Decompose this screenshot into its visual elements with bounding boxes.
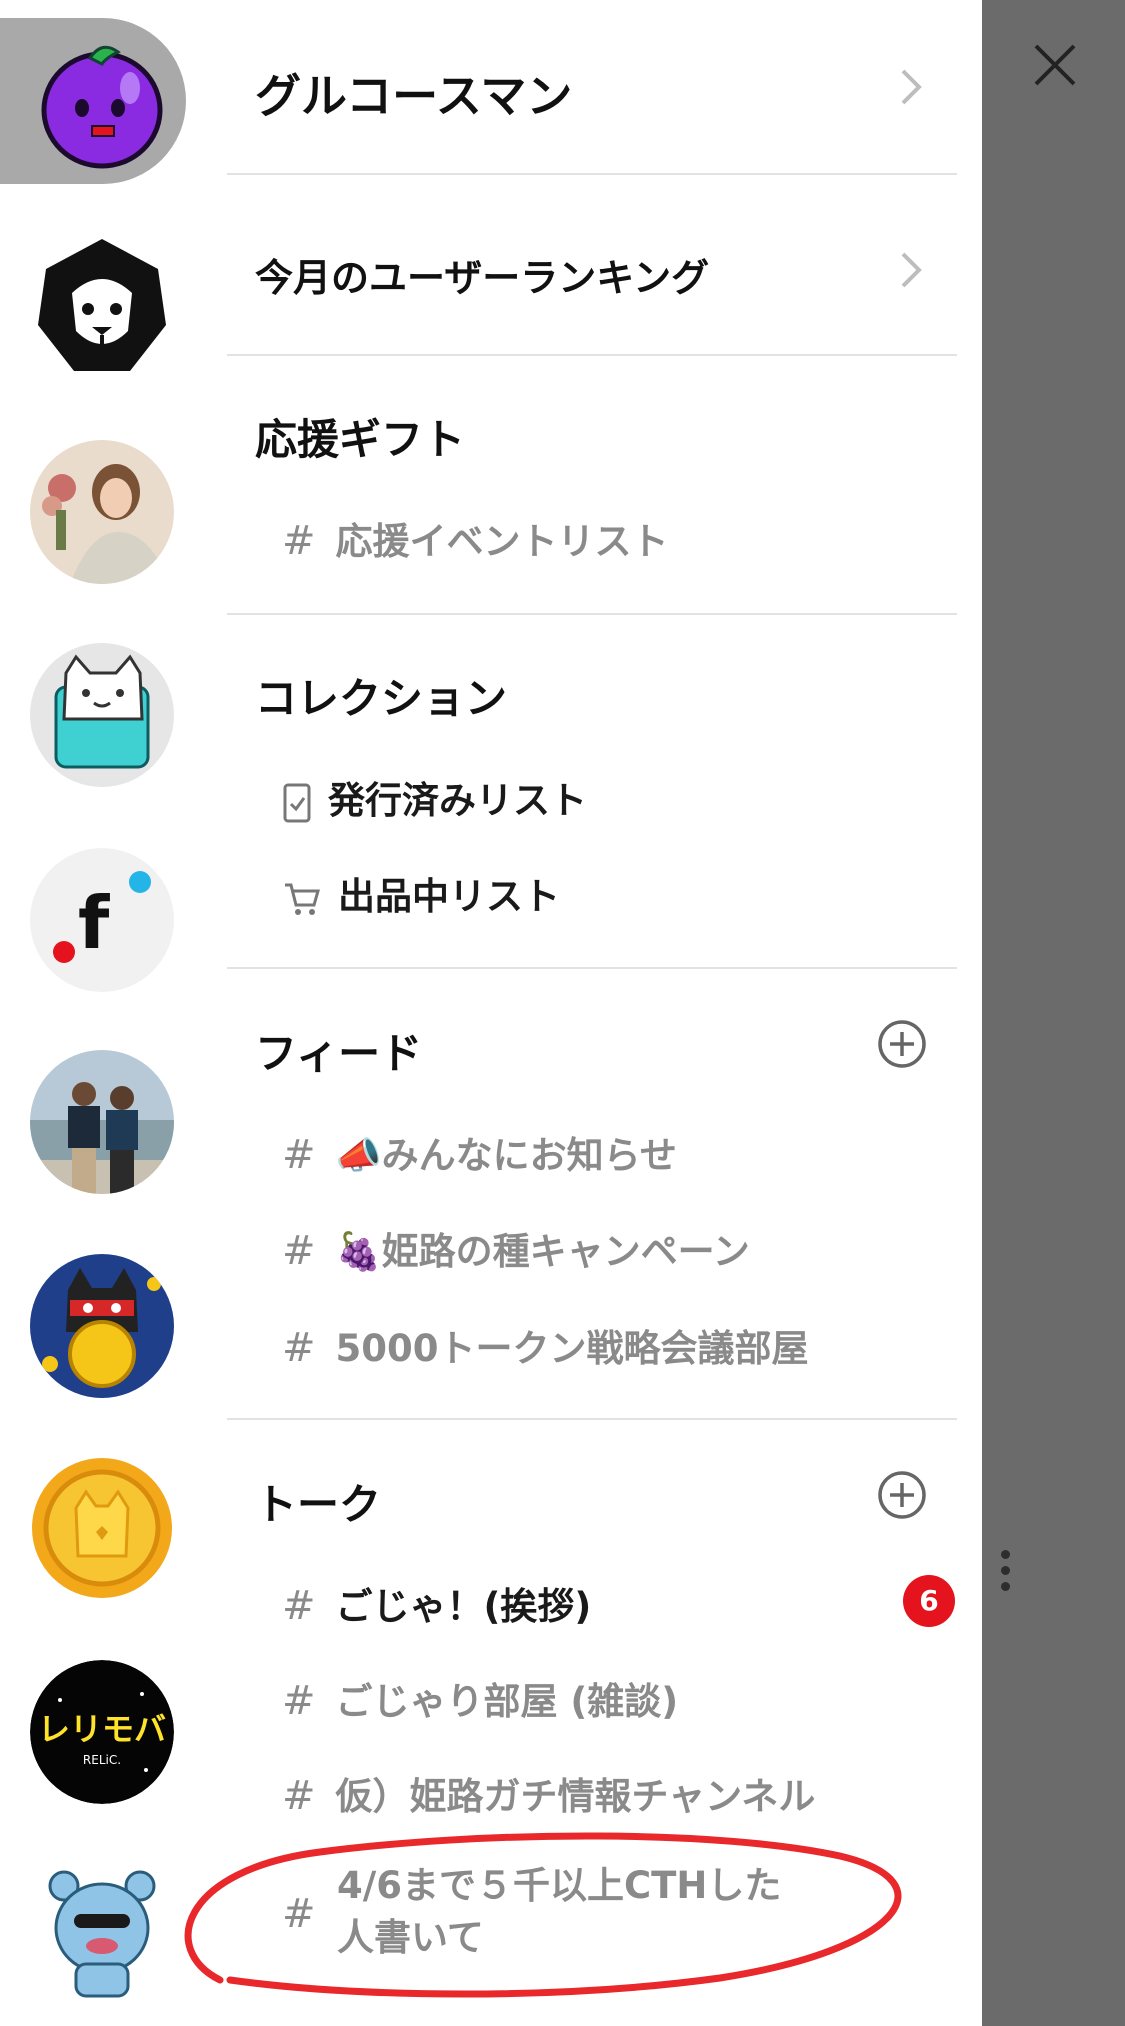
section-title-support: 応援ギフト bbox=[255, 415, 466, 464]
channel-greetings[interactable]: # ごじゃ！(挨拶) bbox=[282, 1576, 591, 1630]
channel-support-event-list[interactable]: # 応援イベントリスト bbox=[282, 511, 669, 565]
chevron-right-icon[interactable] bbox=[899, 250, 925, 290]
community-avatar-glucoseman[interactable] bbox=[30, 30, 174, 174]
community-avatar-rerimoba[interactable]: レリモバ RELiC. bbox=[30, 1660, 174, 1804]
collection-label: 発行済みリスト bbox=[328, 779, 587, 822]
community-avatar-ninja-cat[interactable] bbox=[30, 1254, 174, 1398]
more-vertical-icon[interactable] bbox=[995, 1550, 1015, 1610]
community-avatar-lion[interactable] bbox=[30, 235, 174, 379]
channel-strategy-room[interactable]: #5000トークン戦略会議部屋 bbox=[282, 1318, 809, 1372]
unread-badge: 6 bbox=[903, 1575, 955, 1627]
grapes-icon: 🍇 bbox=[335, 1230, 382, 1273]
community-avatar-photo-men[interactable] bbox=[30, 1050, 174, 1194]
add-talk-channel-plus-icon[interactable] bbox=[877, 1470, 927, 1520]
profile-name[interactable]: グルコースマン bbox=[255, 60, 572, 126]
divider bbox=[227, 967, 957, 969]
checklist-icon bbox=[283, 783, 311, 822]
channel-label: 5000トークン戦略会議部屋 bbox=[335, 1327, 809, 1370]
community-avatar-ice-cat[interactable] bbox=[30, 643, 174, 787]
rerimoba-logo-text: レリモバ bbox=[38, 1710, 166, 1748]
megaphone-icon: 📣 bbox=[335, 1134, 382, 1177]
dim-overlay[interactable] bbox=[982, 0, 1125, 2026]
channel-label: 仮）姫路ガチ情報チャンネル bbox=[335, 1775, 816, 1818]
channel-announcement[interactable]: # 📣みんなにお知らせ bbox=[282, 1125, 677, 1179]
chevron-right-icon[interactable] bbox=[899, 67, 925, 107]
close-icon[interactable] bbox=[1030, 40, 1080, 90]
community-avatar-f-logo[interactable]: f bbox=[30, 848, 174, 992]
channel-himeji-info[interactable]: # 仮）姫路ガチ情報チャンネル bbox=[282, 1766, 815, 1820]
add-feed-channel-plus-icon[interactable] bbox=[877, 1019, 927, 1069]
divider bbox=[227, 354, 957, 356]
channel-label: ごじゃ！(挨拶) bbox=[335, 1585, 592, 1628]
svg-text:f: f bbox=[78, 881, 110, 965]
section-title-feed: フィード bbox=[255, 1029, 423, 1078]
divider bbox=[227, 613, 957, 615]
hash-icon: # bbox=[282, 1325, 316, 1371]
collection-issued-list[interactable]: 発行済みリスト bbox=[282, 770, 587, 824]
hash-icon: # bbox=[282, 1773, 316, 1819]
community-avatar-photo-woman[interactable] bbox=[30, 440, 174, 584]
channel-label: みんなにお知らせ bbox=[381, 1134, 677, 1177]
collection-listing-list[interactable]: 出品中リスト bbox=[282, 866, 560, 920]
channel-label: 姫路の種キャンペーン bbox=[381, 1230, 750, 1273]
hash-icon: # bbox=[282, 1678, 316, 1724]
hash-icon: # bbox=[282, 1132, 316, 1178]
divider bbox=[227, 173, 957, 175]
channel-chat-room[interactable]: # ごじゃり部屋 (雑談) bbox=[282, 1671, 678, 1725]
community-rail: f レリモバ RELiC. bbox=[0, 0, 227, 2026]
relic-logo-text: RELiC. bbox=[83, 1753, 121, 1767]
community-avatar-gold-coin[interactable] bbox=[30, 1456, 174, 1600]
channel-campaign[interactable]: # 🍇姫路の種キャンペーン bbox=[282, 1221, 750, 1275]
annotation-circle bbox=[184, 1832, 902, 1998]
hash-icon: # bbox=[282, 1583, 316, 1629]
ranking-link[interactable]: 今月のユーザーランキング bbox=[255, 247, 709, 302]
cart-icon bbox=[285, 883, 320, 915]
divider bbox=[227, 1418, 957, 1420]
collection-label: 出品中リスト bbox=[338, 875, 560, 918]
hash-icon: # bbox=[282, 518, 316, 564]
section-title-collection: コレクション bbox=[255, 674, 508, 723]
hash-icon: # bbox=[282, 1228, 316, 1274]
section-title-talk: トーク bbox=[255, 1480, 382, 1529]
channel-label: ごじゃり部屋 (雑談) bbox=[335, 1680, 679, 1723]
community-avatar-blue-character[interactable] bbox=[30, 1858, 174, 2002]
menu-panel: グルコースマン 今月のユーザーランキング 応援ギフト # 応援イベントリスト コレ… bbox=[227, 0, 982, 2026]
channel-label: 応援イベントリスト bbox=[335, 520, 669, 563]
